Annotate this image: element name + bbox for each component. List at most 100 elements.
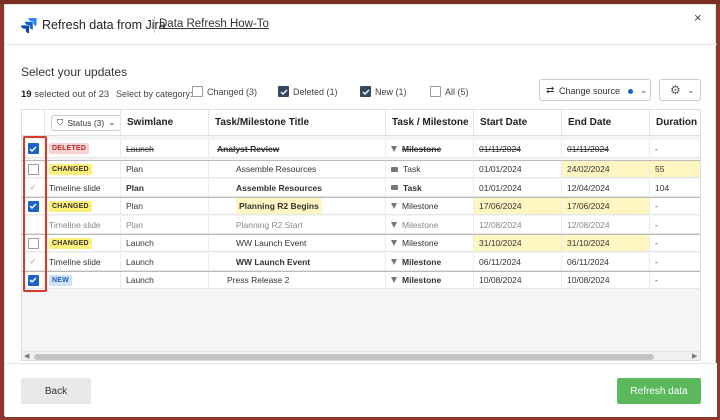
source-indicator-dot (628, 89, 633, 94)
swimlane-cell: Plan (121, 216, 209, 233)
change-source-dropdown[interactable]: ⇄ Change source ⌄ (539, 79, 651, 101)
start-date-cell: 06/11/2024 (474, 253, 562, 270)
end-date-cell: 01/11/2024 (562, 140, 650, 157)
chevron-down-icon: ⌄ (687, 85, 695, 95)
category-new-checkbox[interactable] (360, 86, 371, 97)
end-date-cell: 06/11/2024 (562, 253, 650, 270)
close-icon[interactable]: × (694, 10, 702, 25)
type-cell: Milestone (386, 272, 474, 288)
status-cell: NEW (45, 272, 121, 288)
category-new[interactable]: New (1) (360, 86, 407, 97)
table-row: DELETED Launch Analyst Review Milestone … (22, 140, 700, 158)
type-label: Milestone (402, 256, 442, 267)
settings-dropdown[interactable]: ⚙ ⌄ (659, 79, 701, 101)
row-checkbox-cell (22, 161, 45, 177)
type-column-header[interactable]: Task / Milestone (386, 110, 474, 135)
status-badge: CHANGED (49, 163, 92, 175)
start-date-cell: 10/08/2024 (474, 272, 562, 288)
row-checkbox[interactable] (27, 274, 39, 286)
swimlane-cell: Plan (121, 179, 209, 196)
swimlane-column-header[interactable]: Swimlane (121, 110, 209, 135)
title-cell: Analyst Review (209, 140, 386, 157)
check-mark-icon: ✓ (29, 183, 37, 192)
table-row: CHANGED Launch WW Launch Event Milestone… (22, 234, 700, 252)
status-filter[interactable]: ⛉ Status (3) ⌄ (51, 114, 120, 131)
swimlane-cell: Plan (121, 198, 209, 214)
swimlane-cell: Launch (121, 253, 209, 270)
title-cell: Assemble Resources (209, 179, 386, 196)
swimlane-cell: Plan (121, 161, 209, 177)
status-badge: CHANGED (49, 200, 92, 212)
category-deleted-checkbox[interactable] (278, 86, 289, 97)
type-label: Milestone (402, 238, 439, 248)
jira-logo-icon (21, 18, 37, 33)
selection-count-text: selected out of 23 (34, 89, 110, 100)
swimlane-cell: Launch (121, 140, 209, 157)
type-cell: Milestone (386, 216, 474, 233)
type-label: Milestone (402, 219, 439, 230)
row-checkbox-cell (22, 272, 45, 288)
type-cell: Milestone (386, 235, 474, 251)
duration-column-header[interactable]: Duration (d (650, 110, 700, 135)
category-all[interactable]: All (5) (430, 86, 469, 97)
category-all-label: All (5) (445, 86, 469, 97)
table-row: ✓ Timeline slide Launch WW Launch Event … (22, 253, 700, 271)
dialog-title: Refresh data from Jira (42, 18, 166, 32)
end-date-cell: 10/08/2024 (562, 272, 650, 288)
howto-link[interactable]: Data Refresh How-To (159, 18, 269, 30)
back-button[interactable]: Back (21, 378, 91, 404)
category-deleted[interactable]: Deleted (1) (278, 86, 338, 97)
start-date-cell: 01/01/2024 (474, 161, 562, 177)
row-checkbox-cell: ✓ (22, 179, 45, 196)
selection-count: 19 selected out of 23 (21, 89, 109, 100)
start-date-cell: 01/11/2024 (474, 140, 562, 157)
category-all-checkbox[interactable] (430, 86, 441, 97)
start-date-cell: 01/01/2024 (474, 179, 562, 196)
scroll-left-icon[interactable]: ◀ (24, 352, 29, 360)
milestone-icon (391, 277, 397, 283)
title-cell: Planning R2 Begins (209, 198, 386, 214)
status-cell: CHANGED (45, 198, 121, 214)
title-cell: WW Launch Event (209, 253, 386, 270)
row-checkbox-cell (22, 140, 45, 157)
category-changed[interactable]: Changed (3) (192, 86, 257, 97)
scroll-right-icon[interactable]: ▶ (692, 352, 697, 360)
by-category-label: Select by category: (116, 89, 193, 99)
chevron-down-icon: ⌄ (640, 85, 648, 95)
check-mark-icon: ✓ (29, 257, 37, 266)
status-column-header: ⛉ Status (3) ⌄ (45, 110, 121, 135)
end-date-cell: 24/02/2024 (562, 161, 650, 177)
end-date-cell: 31/10/2024 (562, 235, 650, 251)
row-checkbox[interactable] (27, 143, 39, 154)
type-label: Task (403, 164, 421, 174)
end-date-cell: 17/06/2024 (562, 198, 650, 214)
end-date-column-header[interactable]: End Date (562, 110, 650, 135)
scrollbar-thumb[interactable] (34, 354, 654, 360)
status-cell: Timeline slide (45, 253, 121, 270)
header-checkbox-cell (22, 110, 45, 135)
type-cell: Milestone (386, 140, 474, 157)
horizontal-scrollbar[interactable]: ◀ ▶ (22, 351, 700, 360)
row-checkbox[interactable] (27, 163, 39, 175)
type-cell: Milestone (386, 198, 474, 214)
swap-arrows-icon: ⇄ (546, 85, 555, 96)
select-updates-heading: Select your updates (21, 65, 128, 79)
type-cell: Task (386, 161, 474, 177)
start-date-cell: 17/06/2024 (474, 198, 562, 214)
row-checkbox-cell (22, 198, 45, 214)
row-checkbox[interactable] (27, 200, 39, 212)
milestone-icon (391, 221, 397, 228)
refresh-data-button[interactable]: Refresh data (617, 378, 701, 404)
category-changed-checkbox[interactable] (192, 86, 203, 97)
end-date-cell: 12/08/2024 (562, 216, 650, 233)
duration-cell: 55 (650, 161, 700, 177)
status-badge: DELETED (49, 143, 90, 154)
row-checkbox[interactable] (27, 237, 39, 249)
table-header: ⛉ Status (3) ⌄ Swimlane Task/Milestone T… (22, 110, 700, 136)
status-cell: CHANGED (45, 161, 121, 177)
row-checkbox-cell: ✓ (22, 253, 45, 270)
updates-table: ⛉ Status (3) ⌄ Swimlane Task/Milestone T… (21, 109, 701, 361)
start-date-column-header[interactable]: Start Date (474, 110, 562, 135)
title-column-header[interactable]: Task/Milestone Title (209, 110, 386, 135)
title-cell: WW Launch Event (209, 235, 386, 251)
